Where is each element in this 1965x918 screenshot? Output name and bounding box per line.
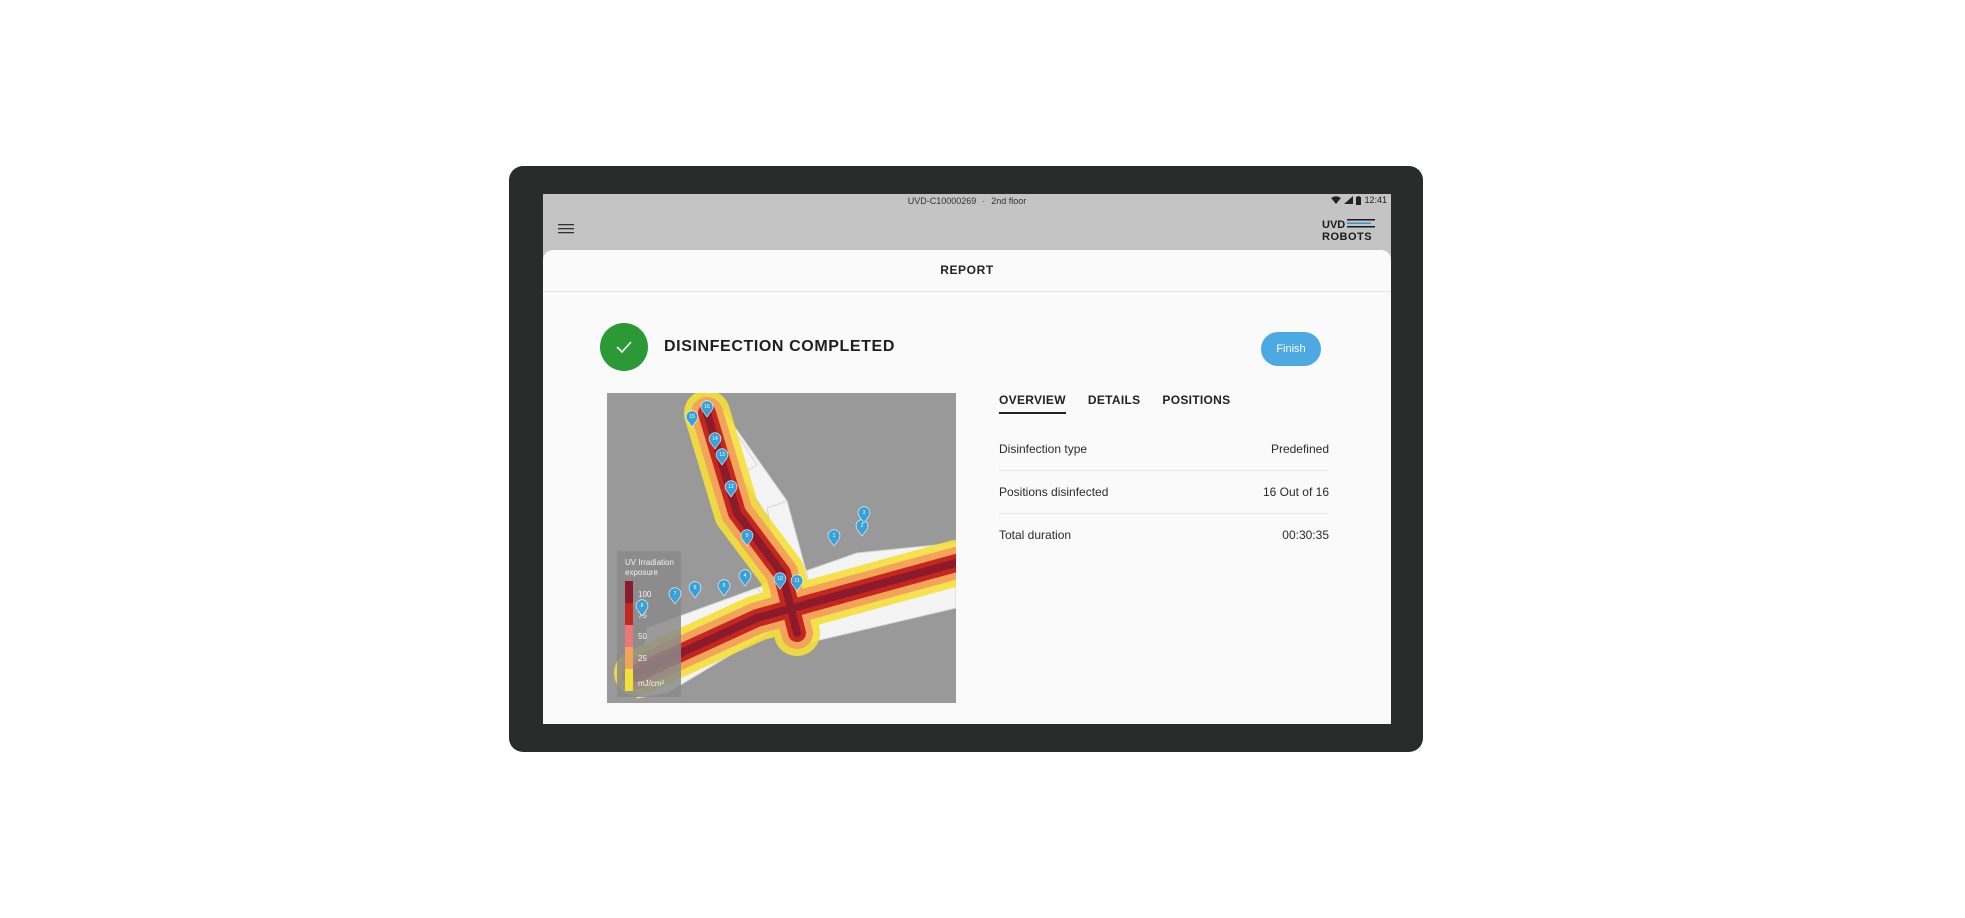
legend-tick-50: 50 — [638, 632, 647, 641]
report-title: REPORT — [543, 250, 1391, 292]
disinfection-map[interactable]: UV Irradiation exposure 100 75 50 25 mJ/… — [607, 393, 956, 703]
device-id: UVD-C10000269 — [907, 196, 977, 206]
status-time: 12:41 — [1364, 195, 1387, 205]
detail-row-total-duration: Total duration 00:30:35 — [999, 514, 1329, 556]
detail-label: Total duration — [999, 528, 1072, 542]
position-marker-label: 12 — [728, 484, 734, 490]
position-marker-label: 16 — [704, 404, 710, 410]
tab-positions[interactable]: POSITIONS — [1162, 393, 1230, 414]
tab-overview[interactable]: OVERVIEW — [999, 393, 1066, 414]
app-bar: UVD ROBOTS — [543, 208, 1391, 250]
logo-line1: UVD — [1322, 219, 1345, 231]
uvd-robots-logo: UVD ROBOTS — [1321, 217, 1377, 243]
wifi-icon — [1331, 196, 1342, 204]
position-marker-label: 11 — [794, 578, 799, 584]
position-marker-label: 1 — [833, 533, 836, 539]
cellular-signal-icon — [1344, 196, 1354, 204]
position-marker-label: 13 — [719, 452, 725, 458]
position-marker-label: 8 — [641, 603, 644, 609]
disinfection-status-title: DISINFECTION COMPLETED — [664, 338, 895, 355]
detail-row-disinfection-type: Disinfection type Predefined — [999, 428, 1329, 471]
position-marker[interactable]: 4 — [738, 569, 752, 587]
position-marker-label: 6 — [694, 585, 697, 591]
status-icons: 12:41 — [1331, 195, 1387, 205]
tab-details[interactable]: DETAILS — [1088, 393, 1141, 414]
legend-unit: mJ/cm² — [638, 679, 665, 688]
finish-button[interactable]: Finish — [1261, 332, 1321, 366]
legend-tick-25: 25 — [638, 654, 647, 663]
tablet-frame: UVD-C10000269 · 2nd floor 12:41 UVD ROBOTS — [509, 166, 1423, 752]
hamburger-menu-icon[interactable] — [558, 222, 578, 238]
detail-label: Disinfection type — [999, 442, 1088, 456]
position-marker-label: 9 — [746, 533, 749, 539]
report-tabs: OVERVIEW DETAILS POSITIONS — [999, 393, 1230, 414]
tablet-screen: UVD-C10000269 · 2nd floor 12:41 UVD ROBOTS — [543, 194, 1391, 724]
device-separator: · — [982, 196, 986, 206]
legend-tick-100: 100 — [638, 590, 652, 599]
position-marker-label: 5 — [723, 583, 726, 589]
position-marker-label: 10 — [777, 576, 783, 582]
position-marker-label: 2 — [861, 523, 864, 529]
position-marker[interactable]: 2 — [855, 519, 869, 537]
overview-details: Disinfection type Predefined Positions d… — [999, 428, 1329, 556]
detail-row-positions-disinfected: Positions disinfected 16 Out of 16 — [999, 471, 1329, 514]
position-marker-label: 7 — [674, 591, 677, 597]
position-marker[interactable]: 5 — [717, 579, 731, 597]
device-location: 2nd floor — [991, 196, 1027, 206]
position-marker-label: 4 — [744, 573, 747, 579]
legend-title-line1: UV Irradiation — [625, 558, 674, 567]
report-sheet: REPORT DISINFECTION COMPLETED Finish UV … — [543, 250, 1391, 724]
status-bar: UVD-C10000269 · 2nd floor 12:41 — [543, 194, 1391, 208]
logo-line2: ROBOTS — [1322, 231, 1372, 243]
position-marker-label: 3 — [863, 510, 866, 516]
battery-icon — [1356, 195, 1362, 205]
detail-value: 16 Out of 16 — [1262, 485, 1329, 499]
check-icon — [600, 323, 648, 371]
result-row: DISINFECTION COMPLETED — [600, 323, 895, 371]
position-marker-label: 15 — [689, 414, 695, 420]
device-info: UVD-C10000269 · 2nd floor — [543, 196, 1391, 206]
position-marker[interactable]: 6 — [688, 581, 702, 599]
detail-value: 00:30:35 — [1282, 528, 1329, 542]
detail-label: Positions disinfected — [999, 485, 1109, 499]
exposure-legend: UV Irradiation exposure 100 75 50 25 mJ/… — [617, 551, 681, 697]
position-marker[interactable]: 1 — [827, 529, 841, 547]
position-marker-label: 14 — [712, 436, 718, 442]
legend-title-line2: exposure — [625, 568, 658, 577]
detail-value: Predefined — [1270, 442, 1329, 456]
